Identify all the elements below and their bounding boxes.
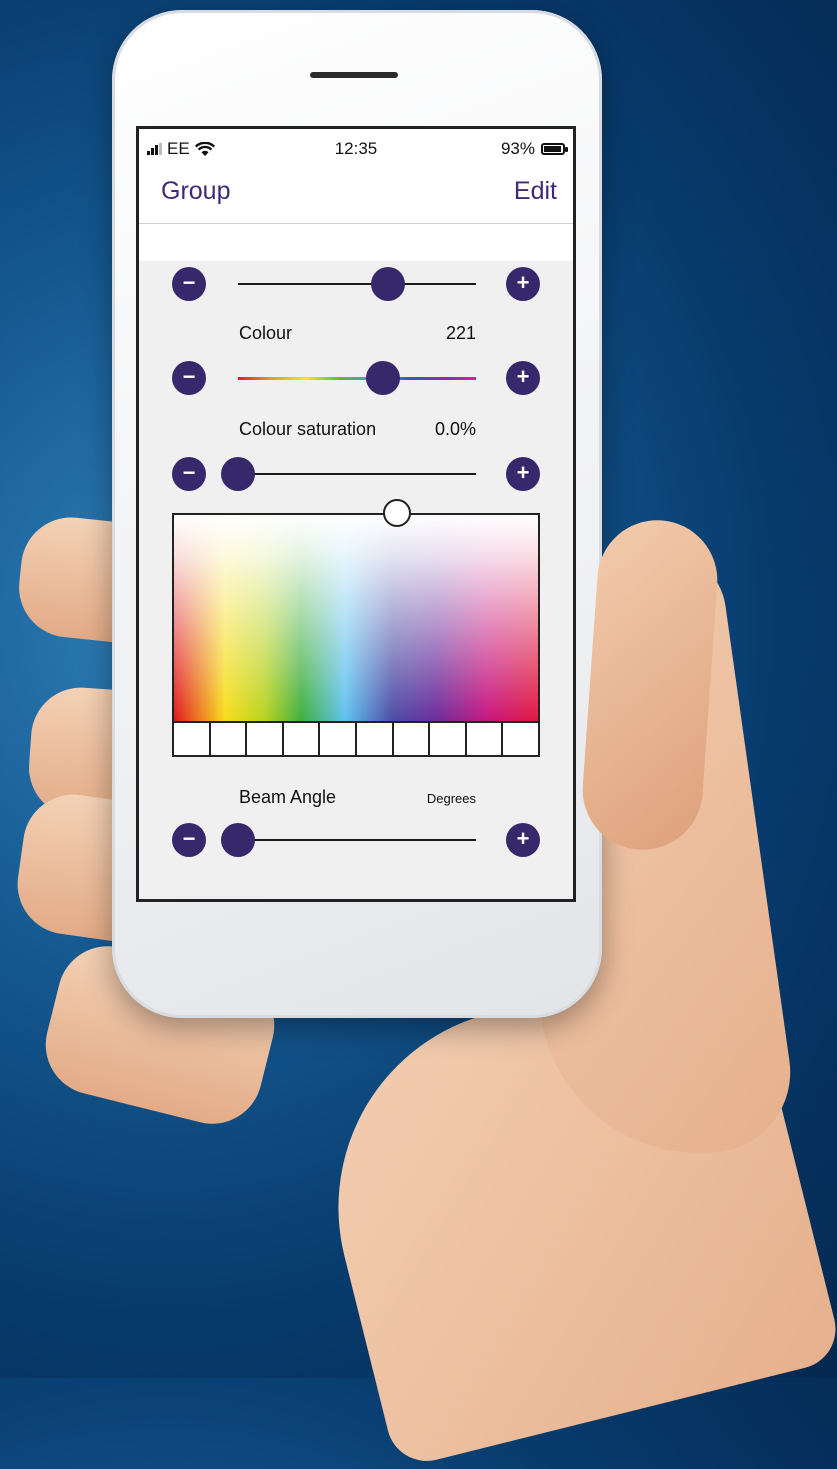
thumb	[578, 516, 722, 854]
colour-value: 221	[445, 323, 476, 343]
colour-swatch[interactable]	[391, 721, 431, 757]
brightness-decrease-button[interactable]: −	[172, 267, 206, 301]
colour-swatch[interactable]	[318, 721, 357, 757]
colour-swatch[interactable]	[281, 721, 321, 757]
colour-swatch[interactable]	[208, 721, 248, 757]
phone-chin	[112, 900, 602, 1018]
beam-decrease-button[interactable]: −	[172, 823, 206, 857]
saturation-label: Colour saturation	[239, 419, 377, 439]
brightness-increase-button[interactable]: +	[506, 267, 540, 301]
saturation-slider-track[interactable]	[238, 473, 476, 475]
beam-slider-thumb[interactable]	[221, 823, 255, 857]
status-right: 93%	[500, 139, 568, 159]
brightness-slider-thumb[interactable]	[370, 267, 405, 301]
colour-picker-thumb[interactable]	[383, 499, 411, 527]
saturation-value: 0.0%	[434, 419, 476, 439]
colour-swatch[interactable]	[245, 721, 284, 757]
colour-swatch[interactable]	[464, 721, 504, 757]
saturation-decrease-button[interactable]: −	[172, 457, 206, 491]
colour-swatch[interactable]	[428, 721, 467, 757]
status-bar: EE 12:35 93%	[139, 129, 573, 163]
phone-screen: EE 12:35 93% Group Edit − + Colour 221 −…	[136, 126, 576, 902]
colour-decrease-button[interactable]: −	[172, 361, 206, 395]
phone-device: EE 12:35 93% Group Edit − + Colour 221 −…	[112, 10, 602, 1018]
edit-button[interactable]: Edit	[514, 177, 557, 206]
beam-angle-label: Beam Angle	[239, 787, 337, 807]
colour-slider-track[interactable]	[238, 377, 476, 380]
colour-increase-button[interactable]: +	[506, 361, 540, 395]
beam-increase-button[interactable]: +	[506, 823, 540, 857]
colour-swatch[interactable]	[172, 721, 211, 757]
beam-slider-track[interactable]	[238, 839, 476, 841]
speaker-grille	[310, 72, 398, 78]
battery-icon	[541, 143, 568, 155]
navigation-bar: Group Edit	[139, 163, 573, 224]
colour-swatch[interactable]	[501, 721, 540, 757]
brightness-slider-track[interactable]	[238, 283, 476, 285]
colour-swatches	[172, 721, 540, 757]
saturation-increase-button[interactable]: +	[506, 457, 540, 491]
battery-percent: 93%	[500, 139, 535, 158]
saturation-slider-thumb[interactable]	[221, 457, 255, 491]
controls-panel: − + Colour 221 − + Colour saturation 0.0…	[139, 261, 573, 899]
colour-picker-area[interactable]	[172, 513, 540, 725]
colour-label: Colour	[239, 323, 293, 343]
colour-slider-thumb[interactable]	[366, 361, 401, 395]
colour-swatch[interactable]	[354, 721, 394, 757]
group-back-button[interactable]: Group	[161, 177, 230, 206]
beam-angle-unit: Degrees	[426, 791, 476, 806]
